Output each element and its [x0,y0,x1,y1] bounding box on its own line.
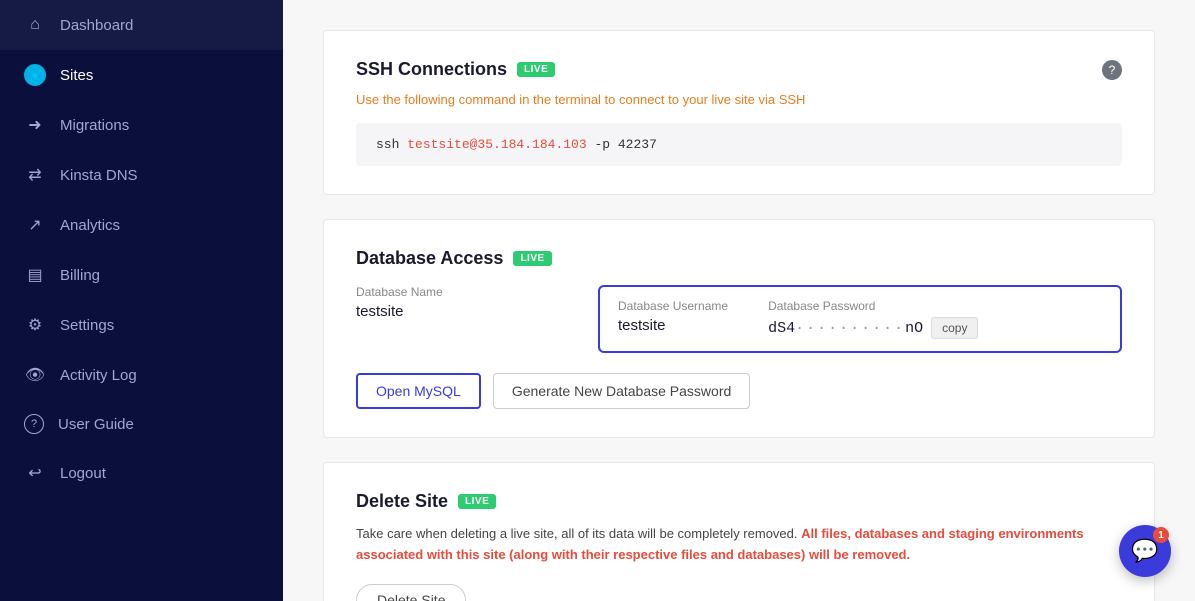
delete-site-warning: Take care when deleting a live site, all… [356,524,1122,566]
ssh-cmd-prefix: ssh [376,137,407,152]
settings-icon: ⚙ [24,314,46,336]
sidebar-item-label: Analytics [60,217,120,234]
db-password-group: Database Password dS4··········nO copy [768,299,978,339]
db-password-row: dS4··········nO copy [768,317,978,339]
db-password-label: Database Password [768,299,978,313]
chat-badge: 1 [1153,527,1169,543]
database-buttons: Open MySQL Generate New Database Passwor… [356,373,1122,409]
database-fields: Database Name testsite Database Username… [356,285,1122,353]
delete-site-header: Delete Site LIVE [356,491,1122,512]
billing-icon: ▤ [24,264,46,286]
sidebar-item-label: Logout [60,465,106,482]
sidebar-item-label: User Guide [58,416,134,433]
open-mysql-button[interactable]: Open MySQL [356,373,481,409]
db-username-group: Database Username testsite [618,299,728,339]
sidebar-item-label: Migrations [60,117,129,134]
ssh-section: SSH Connections LIVE ? Use the following… [323,30,1155,195]
copy-password-button[interactable]: copy [931,317,978,339]
database-header: Database Access LIVE [356,248,1122,269]
ssh-help-icon[interactable]: ? [1102,60,1122,80]
migrations-icon: ➜ [24,114,46,136]
sidebar-item-label: Dashboard [60,17,133,34]
ssh-live-badge: LIVE [517,62,555,77]
sidebar-item-label: Activity Log [60,367,137,384]
chat-fab[interactable]: 💬 1 [1119,525,1171,577]
ssh-cmd-port: 42237 [618,137,657,152]
ssh-warning: Use the following command in the termina… [356,92,1122,107]
database-title: Database Access [356,248,503,269]
ssh-header: SSH Connections LIVE ? [356,59,1122,80]
sidebar-item-dashboard[interactable]: ⌂ Dashboard [0,0,283,50]
sidebar-item-activity-log[interactable]: 👁 Activity Log [0,350,283,400]
sidebar-item-kinsta-dns[interactable]: ⇄ Kinsta DNS [0,150,283,200]
delete-site-live-badge: LIVE [458,494,496,509]
sidebar-item-label: Sites [60,67,93,84]
db-name-label: Database Name [356,285,598,299]
sidebar-item-label: Kinsta DNS [60,167,138,184]
delete-site-title: Delete Site [356,491,448,512]
main-content: SSH Connections LIVE ? Use the following… [283,0,1195,601]
ssh-cmd-flag: -p [587,137,618,152]
db-username-value: testsite [618,317,728,334]
database-live-badge: LIVE [513,251,551,266]
sidebar-item-user-guide[interactable]: ? User Guide [0,400,283,448]
database-section: Database Access LIVE Database Name tests… [323,219,1155,438]
dashboard-icon: ⌂ [24,14,46,36]
db-credentials-col: Database Username testsite Database Pass… [598,285,1122,353]
db-name-value: testsite [356,303,598,320]
logout-icon: ↩ [24,462,46,484]
generate-password-button[interactable]: Generate New Database Password [493,373,750,409]
db-password-value: dS4··········nO [768,320,923,337]
activity-log-icon: 👁 [24,364,46,386]
db-username-label: Database Username [618,299,728,313]
db-name-col: Database Name testsite [356,285,598,353]
ssh-title: SSH Connections [356,59,507,80]
sidebar-item-logout[interactable]: ↩ Logout [0,448,283,498]
ssh-command-block: ssh testsite@35.184.184.103 -p 42237 [356,123,1122,166]
sidebar-item-analytics[interactable]: ↗ Analytics [0,200,283,250]
sidebar-item-migrations[interactable]: ➜ Migrations [0,100,283,150]
analytics-icon: ↗ [24,214,46,236]
sidebar-item-sites[interactable]: ● Sites [0,50,283,100]
sites-icon: ● [24,64,46,86]
delete-site-button[interactable]: Delete Site [356,584,466,601]
delete-site-section: Delete Site LIVE Take care when deleting… [323,462,1155,601]
sidebar-item-settings[interactable]: ⚙ Settings [0,300,283,350]
kinsta-dns-icon: ⇄ [24,164,46,186]
sidebar-item-billing[interactable]: ▤ Billing [0,250,283,300]
sidebar-item-label: Billing [60,267,100,284]
user-guide-icon: ? [24,414,44,434]
sidebar-item-label: Settings [60,317,114,334]
sidebar: ⌂ Dashboard ● Sites ➜ Migrations ⇄ Kinst… [0,0,283,601]
chat-icon: 💬 [1131,538,1158,564]
ssh-cmd-user: testsite@35.184.184.103 [407,137,586,152]
